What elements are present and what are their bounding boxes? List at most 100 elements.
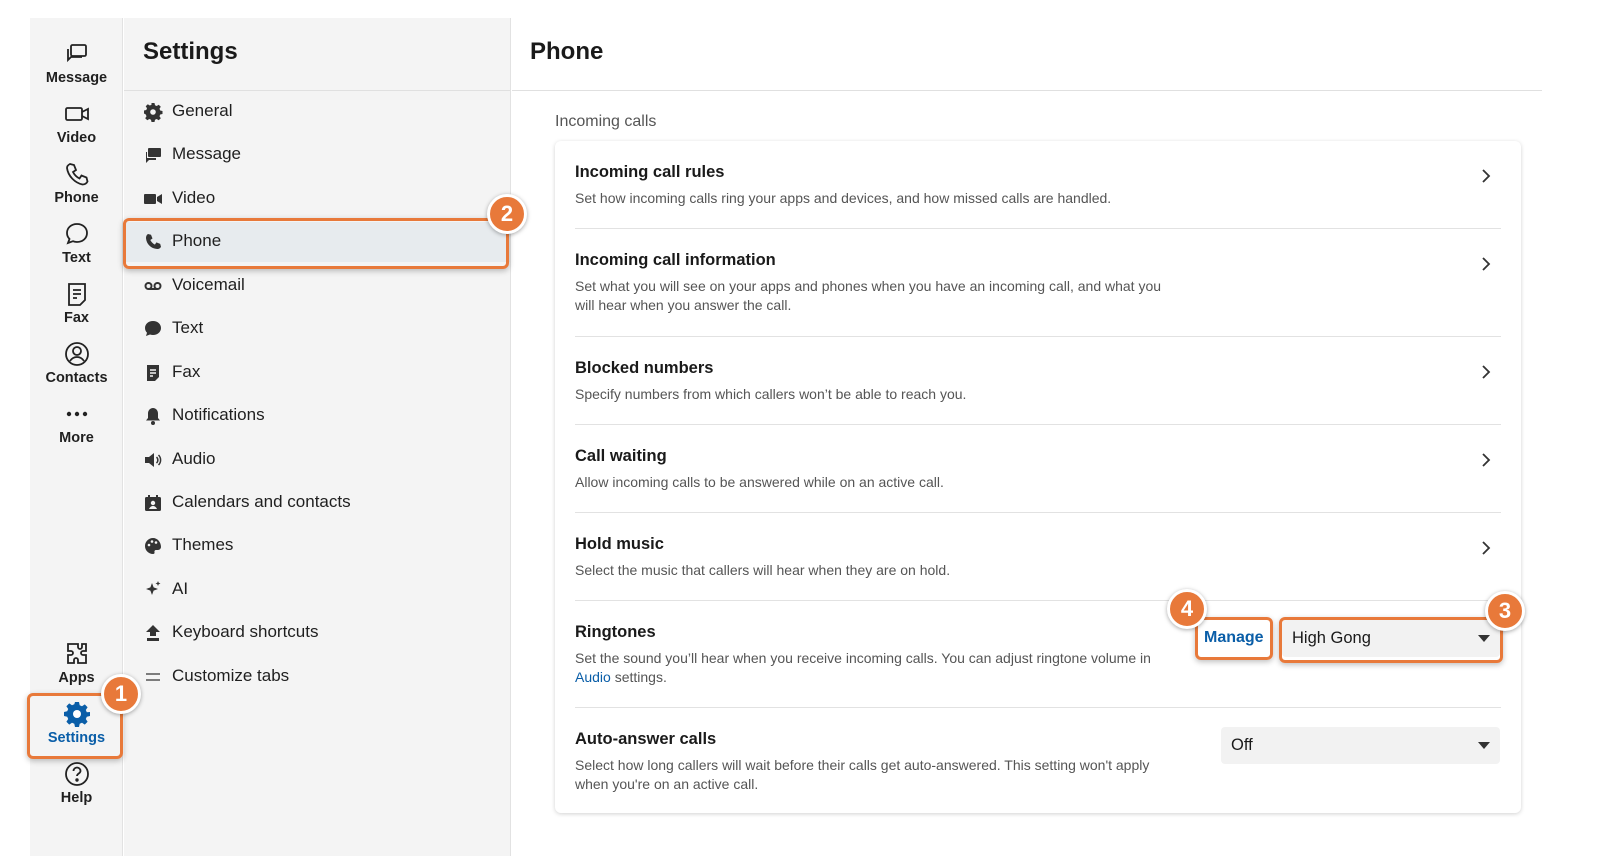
row-separator [575, 228, 1501, 229]
rail-item-fax[interactable]: Fax [30, 280, 123, 326]
rail-label: Fax [64, 310, 89, 326]
settings-item-calendars[interactable]: Calendars and contacts [124, 483, 510, 523]
phone-icon [143, 232, 163, 252]
fax-icon [143, 363, 163, 383]
settings-title: Settings [143, 38, 238, 65]
rail-item-contacts[interactable]: Contacts [30, 340, 123, 386]
settings-item-fax[interactable]: Fax [124, 353, 510, 393]
video-icon [30, 100, 123, 128]
message-icon [30, 40, 123, 68]
chevron-down-icon [1478, 635, 1490, 642]
calendar-contact-icon [143, 493, 163, 513]
text-bubble-icon [30, 220, 123, 248]
settings-item-text[interactable]: Text [124, 309, 510, 349]
settings-item-themes[interactable]: Themes [124, 526, 510, 566]
settings-item-ai[interactable]: AI [124, 570, 510, 610]
row-description: Set the sound you’ll hear when you recei… [575, 649, 1175, 687]
rail-label: Message [45, 70, 108, 86]
row-separator [575, 707, 1501, 708]
phone-settings-panel: Phone Incoming calls Incoming call rules… [512, 18, 1542, 856]
settings-item-label: Audio [172, 449, 216, 468]
rail-item-more[interactable]: More [30, 400, 123, 446]
settings-item-keyboard-shortcuts[interactable]: Keyboard shortcuts [124, 613, 510, 653]
rail-label: Video [56, 130, 97, 146]
chevron-right-icon[interactable] [1479, 541, 1493, 555]
callout-badge-2: 2 [487, 194, 527, 234]
settings-item-label: Video [172, 188, 216, 207]
rail-item-help[interactable]: Help [30, 760, 123, 806]
palette-icon [143, 536, 163, 556]
rail-label: Help [60, 790, 93, 806]
settings-item-label: Text [172, 318, 204, 337]
divider [124, 90, 510, 91]
settings-sidebar: Settings General Message Video Phone Voi… [124, 18, 511, 856]
row-description: Select the music that callers will hear … [575, 562, 951, 578]
rail-item-message[interactable]: Message [30, 40, 123, 86]
chevron-right-icon[interactable] [1479, 169, 1493, 183]
app-rail: Message Video Phone Text Fax Contacts Mo… [30, 18, 123, 856]
settings-item-label: Fax [172, 362, 201, 381]
row-title: Incoming call rules [575, 163, 725, 181]
row-separator [575, 512, 1501, 513]
settings-item-label: Phone [172, 231, 222, 250]
rail-item-phone[interactable]: Phone [30, 160, 123, 206]
manage-ringtones-button[interactable]: Manage [1204, 629, 1264, 647]
ringtones-desc-text: Set the sound you’ll hear when you recei… [575, 650, 1151, 666]
settings-item-audio[interactable]: Audio [124, 440, 510, 480]
rail-label: More [59, 430, 94, 446]
settings-item-general[interactable]: General [124, 92, 510, 132]
fax-icon [30, 280, 123, 308]
settings-item-notifications[interactable]: Notifications [124, 396, 510, 436]
gear-icon [143, 102, 163, 122]
more-icon [30, 400, 123, 428]
text-bubble-icon [143, 319, 163, 339]
rail-label: Settings [47, 730, 106, 746]
page-title: Phone [530, 38, 604, 65]
rail-label: Text [62, 250, 91, 266]
settings-item-video[interactable]: Video [124, 179, 510, 219]
speaker-icon [143, 450, 163, 470]
help-icon [30, 760, 123, 788]
row-title: Ringtones [575, 623, 656, 641]
section-label: Incoming calls [555, 113, 657, 130]
row-title: Hold music [575, 535, 664, 553]
callout-badge-4: 4 [1167, 589, 1207, 629]
ringtones-desc-tail: settings. [614, 669, 667, 685]
auto-answer-select[interactable]: Off [1221, 727, 1500, 764]
chevron-right-icon[interactable] [1479, 365, 1493, 379]
chevron-right-icon[interactable] [1479, 453, 1493, 467]
rail-item-video[interactable]: Video [30, 100, 123, 146]
row-description: Specify numbers from which callers won’t… [575, 386, 967, 402]
settings-item-phone[interactable]: Phone [124, 222, 510, 262]
chevron-right-icon[interactable] [1479, 257, 1493, 271]
rail-label: Contacts [45, 370, 108, 386]
settings-item-label: Keyboard shortcuts [172, 622, 319, 641]
auto-answer-select-value: Off [1231, 736, 1253, 754]
row-separator [575, 424, 1501, 425]
row-description: Set what you will see on your apps and p… [575, 278, 1162, 313]
ringtone-select[interactable]: High Gong [1282, 620, 1500, 657]
row-title: Auto-answer calls [575, 730, 717, 748]
chevron-down-icon [1478, 742, 1490, 749]
sparkle-icon [143, 580, 163, 600]
settings-item-label: Message [172, 144, 241, 163]
bell-icon [143, 406, 163, 426]
row-title: Call waiting [575, 447, 667, 465]
incoming-calls-card: Incoming call rules Set how incoming cal… [555, 141, 1521, 813]
audio-settings-link[interactable]: Audio [575, 669, 611, 685]
row-title: Incoming call information [575, 251, 776, 269]
callout-badge-1: 1 [101, 674, 141, 714]
settings-item-customize-tabs[interactable]: Customize tabs [124, 657, 510, 697]
settings-item-message[interactable]: Message [124, 135, 510, 175]
row-description: Allow incoming calls to be answered whil… [575, 474, 944, 490]
settings-item-label: Themes [172, 535, 234, 554]
row-title: Blocked numbers [575, 359, 714, 377]
rail-label: Phone [54, 190, 99, 206]
keyboard-shortcut-icon [143, 623, 163, 643]
voicemail-icon [143, 276, 163, 296]
contacts-icon [30, 340, 123, 368]
settings-item-voicemail[interactable]: Voicemail [124, 266, 510, 306]
callout-badge-3: 3 [1485, 591, 1525, 631]
rail-item-text[interactable]: Text [30, 220, 123, 266]
settings-item-label: General [172, 101, 233, 120]
